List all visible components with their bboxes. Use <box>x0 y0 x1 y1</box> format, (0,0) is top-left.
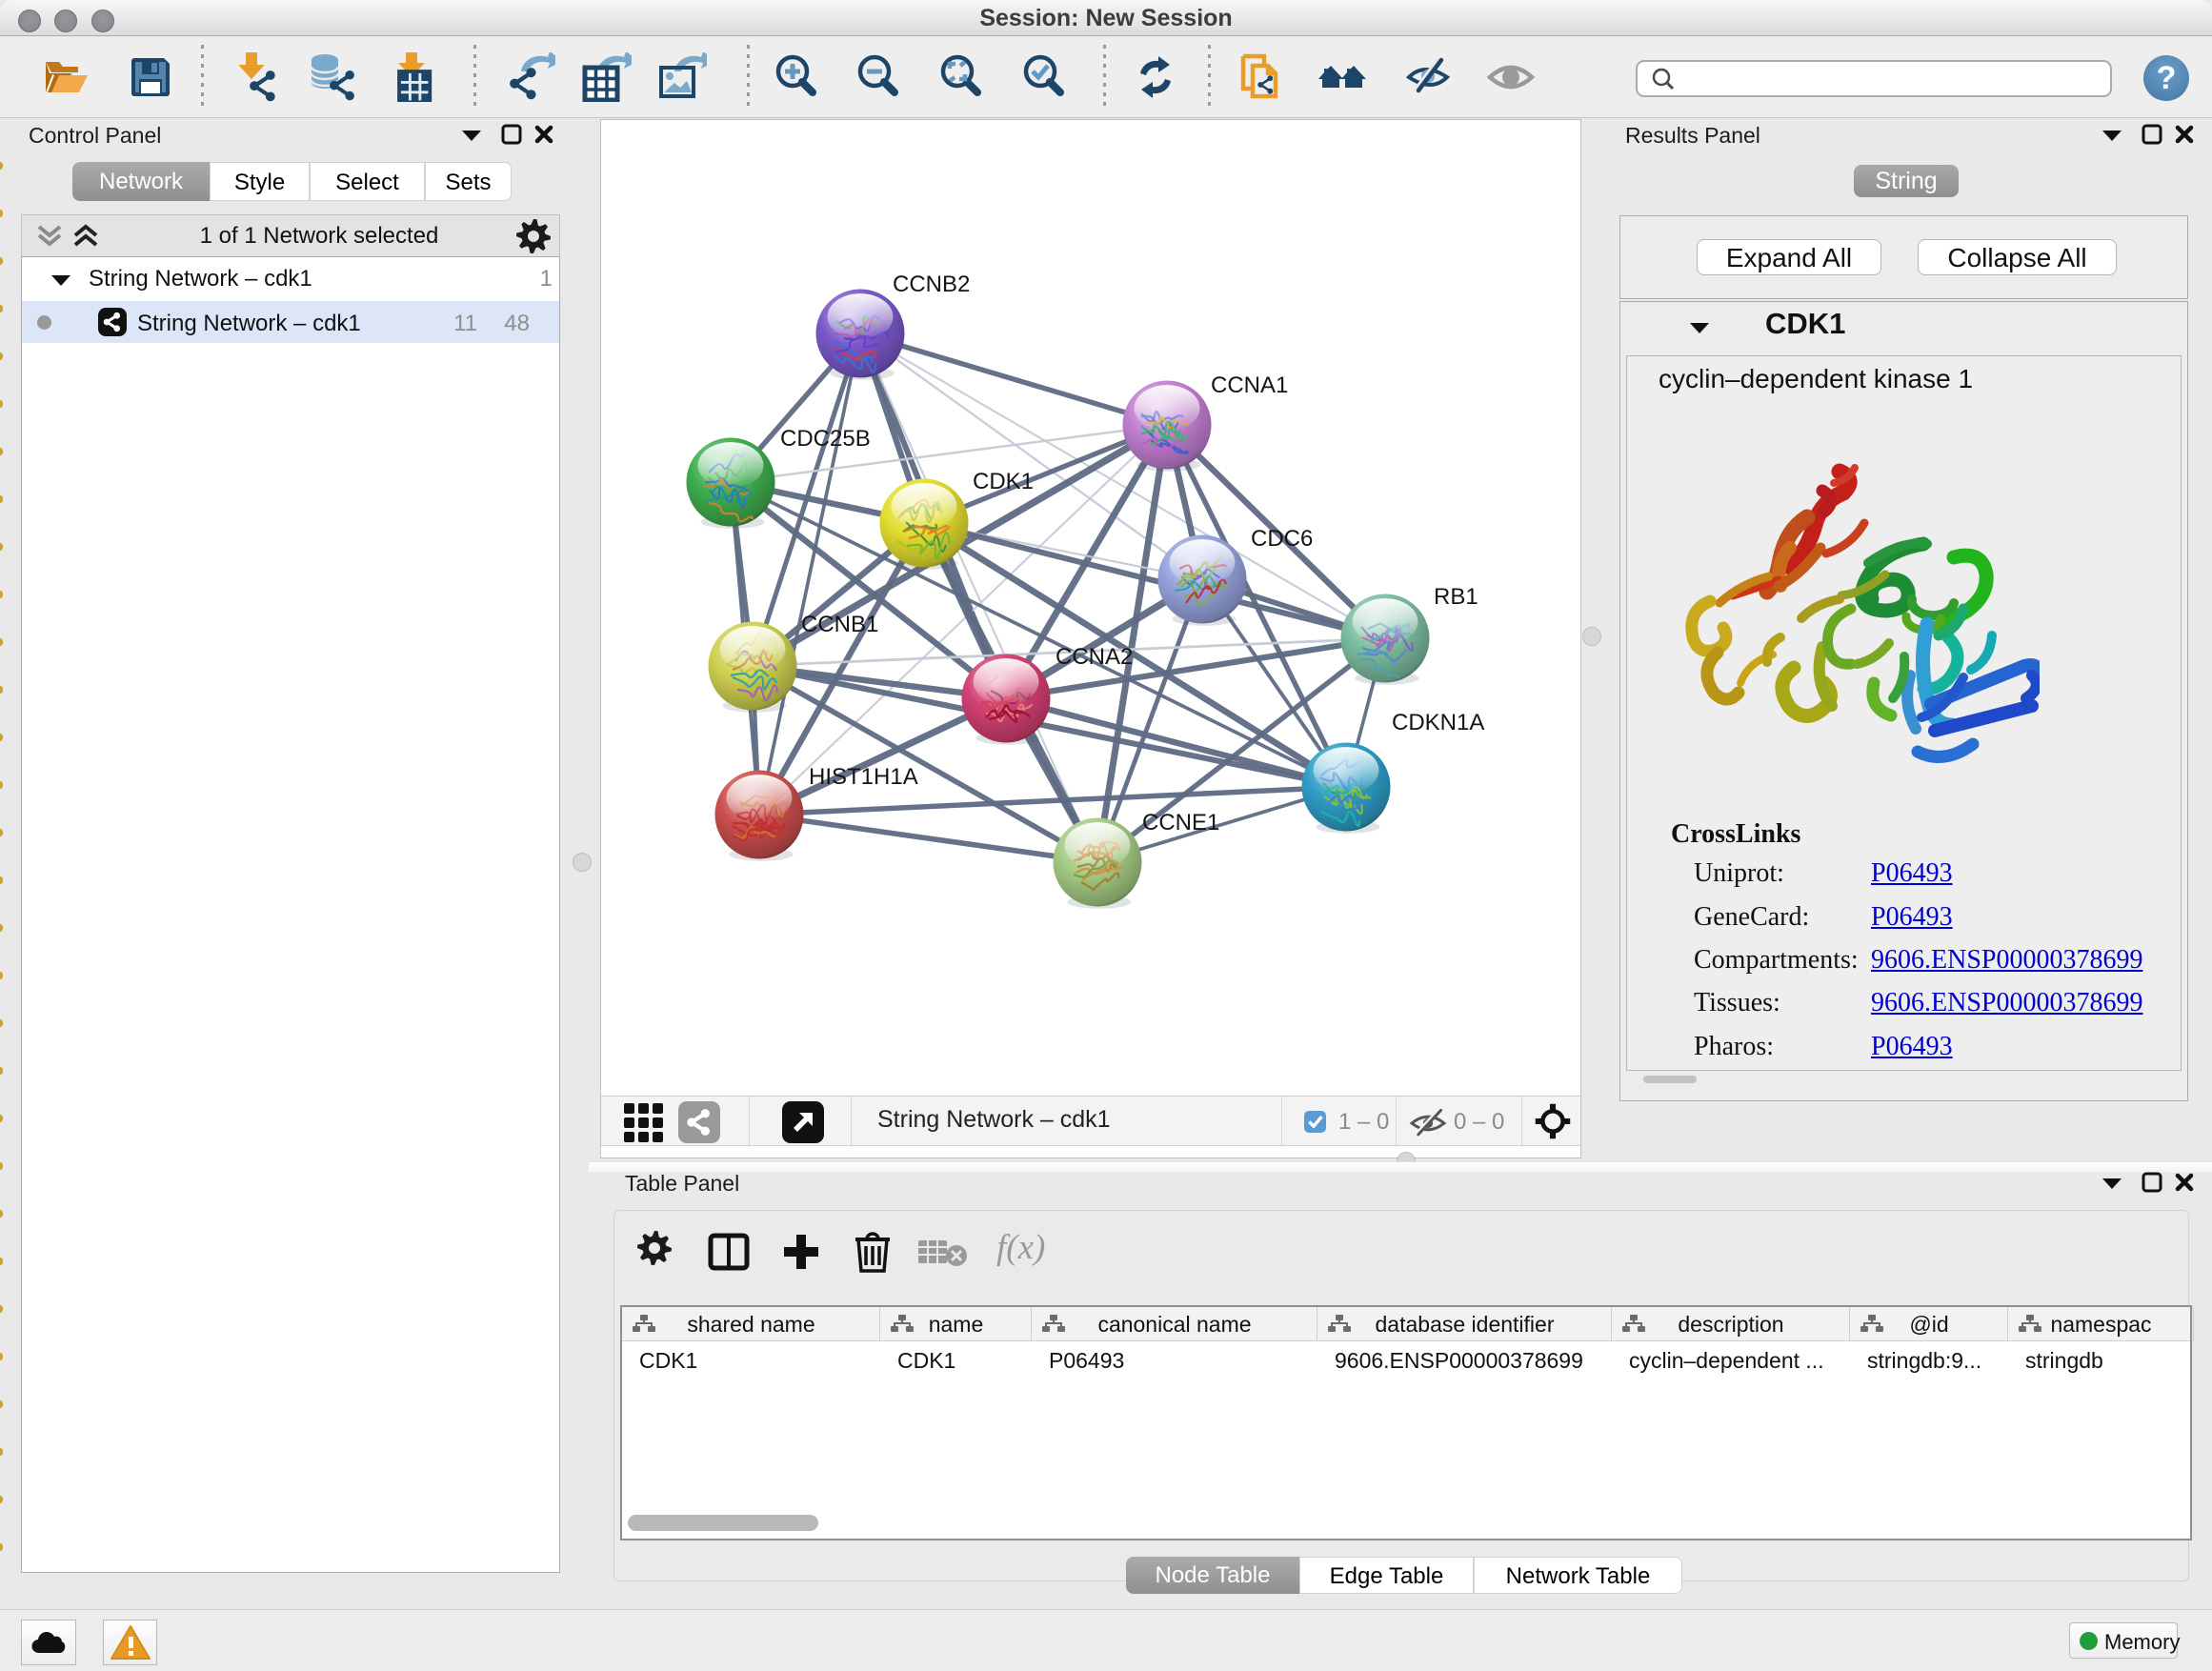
svg-text:CCNE1: CCNE1 <box>1142 810 1219 836</box>
svg-text:CCNB2: CCNB2 <box>893 272 970 297</box>
svg-text:CDK1: CDK1 <box>973 469 1034 494</box>
svg-text:CCNA1: CCNA1 <box>1211 372 1288 398</box>
svg-text:RB1: RB1 <box>1434 584 1478 610</box>
svg-text:CDKN1A: CDKN1A <box>1392 710 1484 735</box>
svg-text:CDC25B: CDC25B <box>780 426 871 452</box>
svg-text:CCNB1: CCNB1 <box>801 612 878 637</box>
svg-text:HIST1H1A: HIST1H1A <box>809 764 918 790</box>
svg-text:CCNA2: CCNA2 <box>1056 644 1133 670</box>
svg-text:CDC6: CDC6 <box>1251 526 1313 552</box>
